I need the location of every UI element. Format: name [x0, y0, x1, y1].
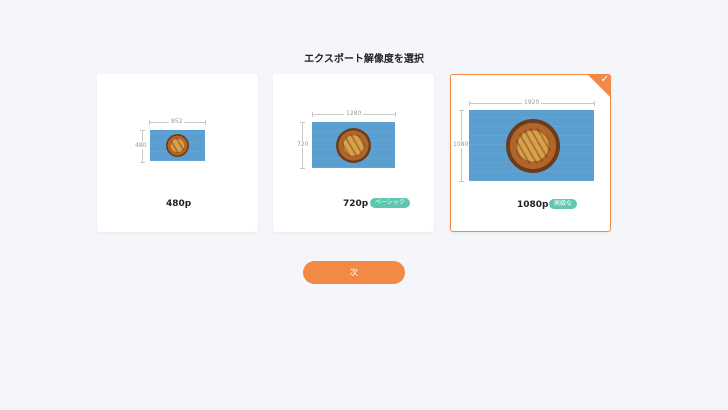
tier-badge: ベーシック — [370, 198, 410, 208]
page-title: エクスポート解像度を選択 — [304, 54, 424, 65]
resolution-option-480p[interactable]: 852 480 480p — [97, 74, 258, 232]
resolution-label: 1080p — [517, 200, 549, 210]
height-label: 720 — [295, 141, 311, 148]
tier-badge: 高級な — [549, 199, 578, 209]
selected-indicator: ✓ — [587, 74, 611, 98]
resolution-label: 720p — [343, 199, 369, 209]
checkmark-icon: ✓ — [600, 74, 609, 85]
width-label: 1280 — [344, 110, 364, 117]
height-label: 1080 — [451, 141, 471, 148]
width-label: 852 — [169, 118, 185, 125]
preview-image — [312, 122, 395, 168]
resolution-option-720p[interactable]: 1280 720 720p ベーシック — [273, 74, 434, 232]
height-label: 480 — [133, 142, 149, 149]
preview-image — [150, 130, 205, 161]
resolution-label: 480p — [166, 199, 192, 209]
preview-image — [469, 110, 594, 181]
next-button[interactable]: 次 — [303, 261, 405, 284]
resolution-option-1080p[interactable]: ✓ 1920 1080 1080p 高級な — [450, 74, 611, 232]
width-label: 1920 — [522, 99, 542, 106]
